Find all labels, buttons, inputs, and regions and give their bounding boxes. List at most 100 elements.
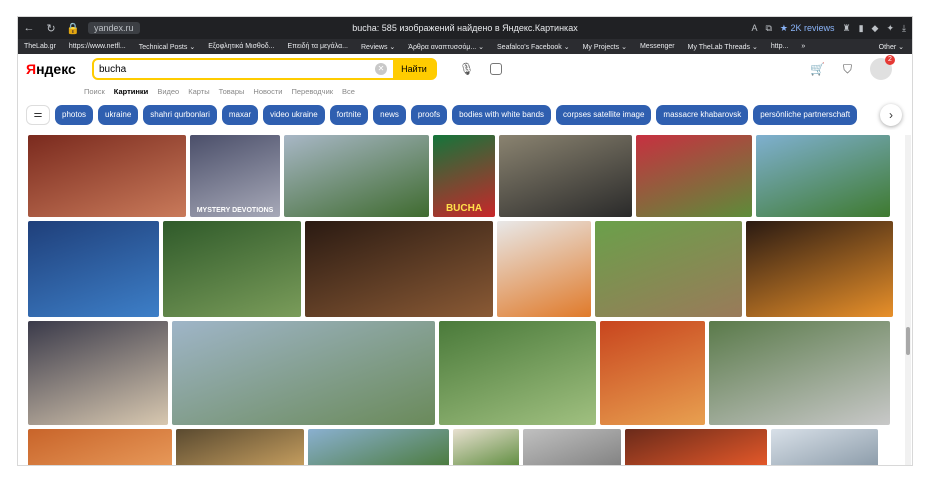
tab-maps[interactable]: Карты: [188, 87, 209, 96]
tab-news[interactable]: Новости: [253, 87, 282, 96]
bookmark-item[interactable]: http...: [771, 43, 789, 50]
bookmark-item[interactable]: https://www.netfl...: [69, 43, 126, 50]
chip-photos[interactable]: photos: [55, 104, 94, 125]
image-row-2: [28, 221, 893, 317]
image-thumb-aerial-city[interactable]: [172, 321, 435, 425]
filter-icon[interactable]: ⚌: [26, 104, 50, 125]
avatar[interactable]: 2: [870, 55, 895, 80]
chip-massacre-khabarovsk[interactable]: massacre khabarovsk: [656, 104, 749, 125]
cart-icon[interactable]: 🛒: [810, 62, 825, 76]
image-thumb-park-pond[interactable]: [756, 135, 890, 217]
search-input[interactable]: [94, 63, 375, 75]
shield-icon[interactable]: ⛉: [843, 62, 852, 77]
yandex-header: Яндекс ✕ Найти 🎙 🛒 ⛉ 2: [18, 54, 912, 84]
image-thumb-red-roof-building[interactable]: [636, 135, 752, 217]
image-caption: BUCHA: [445, 203, 483, 214]
suggestion-chips: ⚌ photos ukraine shahri qurbonlari maxar…: [18, 99, 912, 130]
puzzle-icon[interactable]: ✦: [886, 23, 894, 34]
bookmark-item[interactable]: Technical Posts ⌄: [139, 43, 195, 51]
bookmark-item[interactable]: Επειδή τα μεγάλα...: [287, 43, 348, 50]
notification-badge: 2: [885, 55, 895, 65]
clear-icon[interactable]: ✕: [375, 63, 387, 75]
image-row-3: [28, 321, 890, 425]
tab-search[interactable]: Поиск: [84, 87, 105, 96]
bookmark-item[interactable]: Seafalco's Facebook ⌄: [497, 43, 570, 51]
image-thumb-park-trees[interactable]: [439, 321, 596, 425]
image-caption: MYSTERY DEVOTIONS: [196, 207, 274, 214]
image-thumb-orange-building[interactable]: [28, 429, 172, 465]
extension-icon-2[interactable]: ▮: [859, 23, 864, 34]
tab-products[interactable]: Товары: [219, 87, 245, 96]
image-thumb-easy-bucha-bottle[interactable]: [595, 221, 742, 317]
other-bookmarks[interactable]: Other ⌄: [879, 43, 912, 51]
image-thumb-bucha-poster[interactable]: BUCHA: [433, 135, 495, 217]
chevron-right-icon[interactable]: ›: [880, 104, 902, 126]
tab-video[interactable]: Видео: [157, 87, 179, 96]
image-thumb-sliced-meat-board[interactable]: [28, 135, 186, 217]
image-thumb-garden-house[interactable]: [163, 221, 301, 317]
image-thumb-candles[interactable]: [625, 429, 767, 465]
yandex-logo[interactable]: Яндекс: [26, 61, 84, 77]
bookmark-item[interactable]: »: [801, 43, 805, 50]
title-bar: ← ↻ 🔒 yandex.ru bucha: 585 изображений н…: [18, 17, 912, 39]
bookmark-item[interactable]: My Projects ⌄: [583, 43, 627, 51]
lock-icon: 🔒: [66, 22, 80, 35]
search-box: ✕ Найти: [92, 58, 437, 80]
address-bar[interactable]: yandex.ru: [88, 22, 140, 34]
chip-shahri-qurbonlari[interactable]: shahri qurbonlari: [143, 104, 217, 125]
chip-video-ukraine[interactable]: video ukraine: [263, 104, 325, 125]
microphone-icon[interactable]: 🎙: [459, 62, 474, 76]
back-icon[interactable]: ←: [18, 22, 40, 34]
image-thumb-cafe-interior[interactable]: [28, 321, 168, 425]
browser-window: ← ↻ 🔒 yandex.ru bucha: 585 изображений н…: [18, 17, 912, 465]
image-thumb-kombucha-bottles[interactable]: [497, 221, 591, 317]
tab-images[interactable]: Картинки: [114, 87, 149, 96]
bookmark-item[interactable]: Άρθρα αναπτυσσόμ... ⌄: [408, 43, 484, 51]
download-icon[interactable]: ⤓: [902, 23, 906, 34]
chip-news[interactable]: news: [373, 104, 406, 125]
image-thumb-bottles-red-orange[interactable]: [600, 321, 705, 425]
bookmark-item[interactable]: TheLab.gr: [24, 43, 56, 50]
chip-bodies-white-bands[interactable]: bodies with white bands: [452, 104, 552, 125]
bookmark-item[interactable]: Reviews ⌄: [361, 43, 395, 51]
chip-proofs[interactable]: proofs: [410, 104, 448, 125]
bookmark-item[interactable]: Messenger: [640, 43, 675, 50]
bookmark-icon[interactable]: ♜: [843, 23, 851, 34]
image-search-icon[interactable]: [490, 63, 503, 75]
image-thumb-gray-object[interactable]: [523, 429, 621, 465]
chip-ukraine[interactable]: ukraine: [98, 104, 139, 125]
tab-all[interactable]: Все: [342, 87, 355, 96]
bookmark-item[interactable]: Εξοφλητικά Μισθοδ...: [208, 43, 274, 50]
image-thumb-grilled-steak[interactable]: [305, 221, 493, 317]
bookmark-item[interactable]: My TheLab Threads ⌄: [688, 43, 758, 51]
image-thumb-forest-sky[interactable]: [308, 429, 449, 465]
image-thumb-memorial-path[interactable]: [709, 321, 890, 425]
search-tabs: Поиск Картинки Видео Карты Товары Новост…: [18, 84, 912, 99]
chip-corpses-satellite[interactable]: corpses satellite image: [556, 104, 652, 125]
image-row-1: MYSTERY DEVOTIONS BUCHA: [28, 135, 890, 217]
image-thumb-concert-mountain[interactable]: [28, 221, 159, 317]
image-row-4: [28, 429, 878, 465]
image-thumb-mystery-album-art[interactable]: MYSTERY DEVOTIONS: [190, 135, 280, 217]
image-thumb-man-glasses[interactable]: [499, 135, 632, 217]
header-actions: 🛒 ⛉ 2: [810, 55, 895, 80]
reload-icon[interactable]: ↻: [40, 22, 62, 35]
scrollbar[interactable]: [905, 135, 911, 465]
scrollbar-thumb[interactable]: [906, 327, 910, 355]
chip-fortnite[interactable]: fortnite: [329, 104, 369, 125]
translate-icon[interactable]: A: [751, 23, 757, 33]
bookmarks-bar: TheLab.gr https://www.netfl... Technical…: [18, 39, 912, 54]
shield-icon[interactable]: ◆: [872, 23, 879, 34]
image-thumb-sunset-temple[interactable]: [746, 221, 893, 317]
find-button[interactable]: Найти: [393, 59, 435, 79]
image-thumb-salad-plate[interactable]: [453, 429, 519, 465]
tab-translator[interactable]: Переводчик: [291, 87, 333, 96]
chip-maxar[interactable]: maxar: [221, 104, 259, 125]
chip-partnerschaft[interactable]: persönliche partnerschaft: [753, 104, 858, 125]
toolbar-right: A ⧉ ★ 2K reviews ♜ ▮ ◆ ✦ ⤓: [751, 23, 912, 34]
reviews-badge[interactable]: ★ 2K reviews: [780, 23, 835, 34]
extension-icon[interactable]: ⧉: [765, 23, 771, 34]
image-thumb-food-bowls[interactable]: [176, 429, 304, 465]
image-thumb-stadium-city[interactable]: [284, 135, 429, 217]
image-thumb-white-building[interactable]: [771, 429, 878, 465]
